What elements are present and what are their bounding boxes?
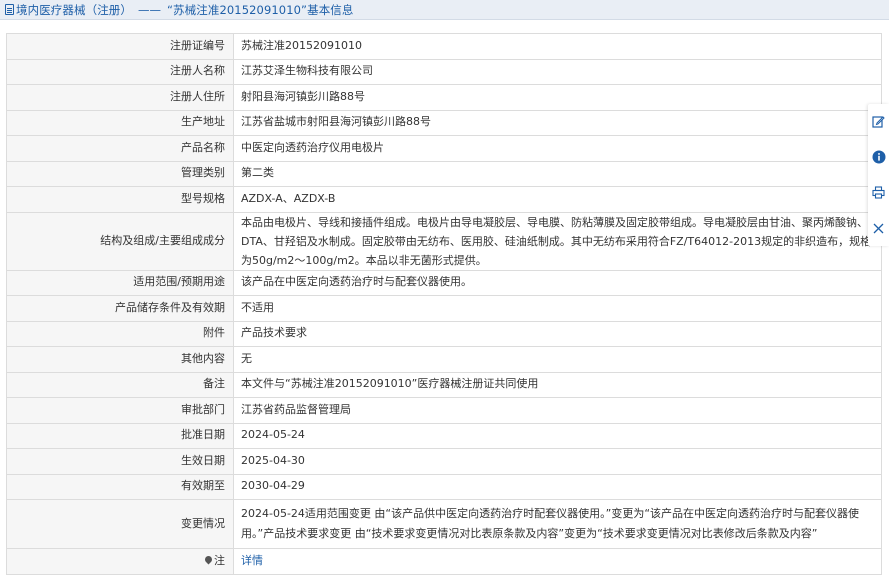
row-value-other: 无 [233, 346, 882, 373]
print-icon[interactable] [871, 185, 887, 201]
row-label-valid-until: 有效期至 [6, 473, 234, 500]
row-label-production-address: 生产地址 [6, 109, 234, 136]
table-row: 产品名称 中医定向透药治疗仪用电极片 [6, 135, 882, 162]
row-value-changes: 2024-05-24适用范围变更 由“该产品供中医定向透药治疗时配套仪器使用。”… [233, 499, 882, 549]
row-value-model-spec: AZDX-A、AZDX-B [233, 186, 882, 213]
row-value-effective-date: 2025-04-30 [233, 448, 882, 475]
row-value-attachment: 产品技术要求 [233, 320, 882, 347]
row-label-composition: 结构及组成/主要组成成分 [6, 211, 234, 271]
close-icon[interactable] [871, 220, 887, 236]
title-separator: —— [138, 2, 161, 17]
table-row: 生效日期 2025-04-30 [6, 448, 882, 475]
row-label-storage: 产品储存条件及有效期 [6, 295, 234, 322]
row-label-model-spec: 型号规格 [6, 186, 234, 213]
row-value-registration-number: 苏械注准20152091010 [233, 33, 882, 60]
row-label-registration-number: 注册证编号 [6, 33, 234, 60]
table-row: 批准日期 2024-05-24 [6, 422, 882, 449]
row-value-registrant-name: 江苏艾泽生物科技有限公司 [233, 58, 882, 85]
row-label-intended-use: 适用范围/预期用途 [6, 269, 234, 296]
pin-icon [203, 554, 214, 565]
details-link[interactable]: 详情 [241, 554, 263, 567]
row-label-product-name: 产品名称 [6, 135, 234, 162]
table-row: 产品储存条件及有效期 不适用 [6, 295, 882, 322]
row-value-valid-until: 2030-04-29 [233, 473, 882, 500]
table-row: 附件 产品技术要求 [6, 320, 882, 347]
row-value-production-address: 江苏省盐城市射阳县海河镇彭川路88号 [233, 109, 882, 136]
table-row: 型号规格 AZDX-A、AZDX-B [6, 186, 882, 213]
row-value-composition: 本品由电极片、导线和接插件组成。电极片由导电凝胶层、导电膜、防粘薄膜及固定胶带组… [233, 211, 882, 271]
table-row: 注 详情 [6, 548, 882, 575]
row-value-registrant-address: 射阳县海河镇彭川路88号 [233, 84, 882, 111]
row-label-approval-dept: 审批部门 [6, 397, 234, 424]
title-bar: 境内医疗器械（注册） —— “苏械注准20152091010”基本信息 [0, 0, 889, 20]
table-row: 备注 本文件与“苏械注准20152091010”医疗器械注册证共同使用 [6, 371, 882, 398]
row-value-remarks: 本文件与“苏械注准20152091010”医疗器械注册证共同使用 [233, 371, 882, 398]
row-value-approval-date: 2024-05-24 [233, 422, 882, 449]
note-label-text: 注 [214, 553, 225, 567]
table-row: 变更情况 2024-05-24适用范围变更 由“该产品供中医定向透药治疗时配套仪… [6, 499, 882, 549]
row-label-note: 注 [6, 548, 234, 575]
document-icon [5, 4, 14, 15]
row-label-changes: 变更情况 [6, 499, 234, 549]
table-row: 审批部门 江苏省药品监督管理局 [6, 397, 882, 424]
row-label-other: 其他内容 [6, 346, 234, 373]
table-row: 管理类别 第二类 [6, 160, 882, 187]
row-value-product-name: 中医定向透药治疗仪用电极片 [233, 135, 882, 162]
info-table: 注册证编号 苏械注准20152091010 注册人名称 江苏艾泽生物科技有限公司… [6, 33, 882, 575]
table-row: 适用范围/预期用途 该产品在中医定向透药治疗时与配套仪器使用。 [6, 269, 882, 296]
row-value-approval-dept: 江苏省药品监督管理局 [233, 397, 882, 424]
table-row: 生产地址 江苏省盐城市射阳县海河镇彭川路88号 [6, 109, 882, 136]
row-label-registrant-name: 注册人名称 [6, 58, 234, 85]
table-row: 其他内容 无 [6, 346, 882, 373]
table-row: 注册证编号 苏械注准20152091010 [6, 33, 882, 60]
row-value-management-category: 第二类 [233, 160, 882, 187]
info-icon[interactable] [871, 149, 887, 165]
row-label-approval-date: 批准日期 [6, 422, 234, 449]
row-value-note: 详情 [233, 548, 882, 575]
row-label-effective-date: 生效日期 [6, 448, 234, 475]
table-row: 注册人名称 江苏艾泽生物科技有限公司 [6, 58, 882, 85]
table-row: 结构及组成/主要组成成分 本品由电极片、导线和接插件组成。电极片由导电凝胶层、导… [6, 211, 882, 271]
row-value-intended-use: 该产品在中医定向透药治疗时与配套仪器使用。 [233, 269, 882, 296]
table-row: 有效期至 2030-04-29 [6, 473, 882, 500]
page-title: “苏械注准20152091010”基本信息 [167, 2, 354, 17]
row-label-management-category: 管理类别 [6, 160, 234, 187]
row-value-storage: 不适用 [233, 295, 882, 322]
row-label-remarks: 备注 [6, 371, 234, 398]
row-label-registrant-address: 注册人住所 [6, 84, 234, 111]
side-toolbar [868, 104, 889, 246]
breadcrumb-main[interactable]: 境内医疗器械（注册） [16, 2, 132, 18]
row-label-attachment: 附件 [6, 320, 234, 347]
edit-icon[interactable] [871, 114, 887, 130]
table-row: 注册人住所 射阳县海河镇彭川路88号 [6, 84, 882, 111]
